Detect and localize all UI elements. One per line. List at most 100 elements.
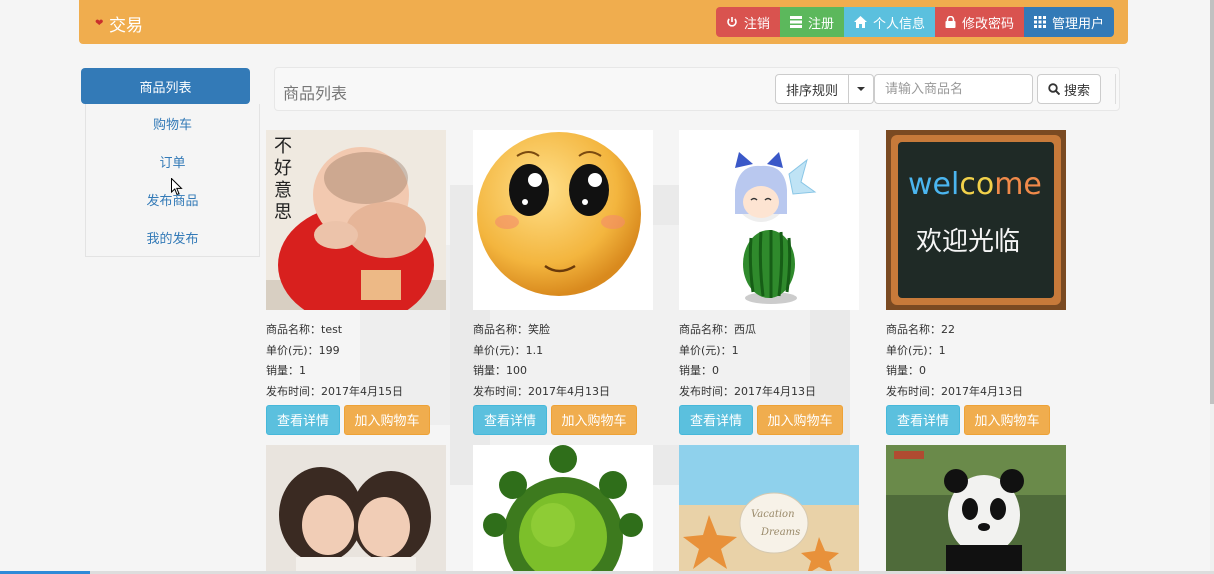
search-input[interactable]: [874, 74, 1033, 104]
page-scrollbar[interactable]: [1210, 0, 1214, 574]
panda-image: [886, 445, 1066, 574]
nav-button-group: 注销 注册 个人信息 修改密码 管理用户: [715, 7, 1114, 37]
brand-logo-icon: ❤: [95, 17, 104, 29]
product-card: [266, 445, 456, 574]
add-to-cart-button[interactable]: 加入购物车: [964, 404, 1050, 435]
product-date: 发布时间：2017年4月15日: [266, 385, 403, 399]
scrollbar-thumb[interactable]: [1210, 0, 1214, 404]
product-sales: 销量：1: [266, 364, 306, 378]
chalk-chinese-text: 欢迎光临: [916, 227, 1020, 257]
product-name: 商品名称：test: [266, 323, 343, 336]
add-to-cart-button[interactable]: 加入购物车: [344, 404, 430, 435]
product-card: 商品名称：笑脸 单价(元)：1.1 销量：100 发布时间：2017年4月13日…: [473, 130, 663, 435]
brand-title: 交易: [109, 16, 143, 36]
sidebar-item-label: 我的发布: [146, 231, 199, 247]
product-price: 单价(元)：1: [679, 343, 739, 357]
two-girls-image: [266, 445, 446, 574]
product-date: 发布时间：2017年4月13日: [473, 385, 610, 399]
view-detail-button[interactable]: 查看详情: [266, 404, 340, 435]
product-name: 商品名称：笑脸: [473, 323, 550, 336]
search-label: 搜索: [1063, 82, 1090, 98]
brand[interactable]: ❤ 交易: [95, 11, 143, 36]
product-name: 商品名称：22: [886, 323, 955, 336]
logout-label: 注销: [743, 15, 770, 31]
product-image[interactable]: [886, 445, 1066, 574]
vacation-text: Vacation: [751, 509, 795, 520]
change-password-label: 修改密码: [961, 15, 1014, 31]
sidebar-item-label: 购物车: [152, 117, 192, 133]
product-image[interactable]: [679, 130, 859, 310]
manage-users-label: 管理用户: [1051, 15, 1104, 31]
search-button[interactable]: 搜索: [1037, 74, 1101, 104]
beach-starfish-image: Vacation Dreams: [679, 445, 859, 574]
sidebar-item-cart[interactable]: 购物车: [86, 104, 259, 142]
view-detail-button[interactable]: 查看详情: [886, 404, 960, 435]
sidebar-item-label: 商品列表: [139, 80, 192, 96]
power-icon: [727, 17, 737, 27]
product-price: 单价(元)：1: [886, 343, 946, 357]
product-card: 不 好 意 思 商品名称：test 单价(元)：199 销量：1 发布时间：20…: [266, 130, 456, 435]
product-name: 商品名称：西瓜: [679, 323, 756, 336]
product-image[interactable]: [473, 445, 653, 574]
profile-label: 个人信息: [872, 15, 925, 31]
product-price: 单价(元)：199: [266, 343, 340, 357]
sort-label: 排序规则: [786, 82, 839, 98]
svg-text:不: 不: [274, 136, 292, 157]
baby-shy-image: 不 好 意 思: [266, 130, 446, 310]
dreams-text: Dreams: [760, 527, 800, 538]
product-card: Vacation Dreams: [679, 445, 869, 574]
mouse-cursor-icon: [171, 178, 183, 196]
sidebar-item-label: 订单: [159, 155, 186, 171]
panel-title: 商品列表: [283, 84, 348, 103]
product-date: 发布时间：2017年4月13日: [679, 385, 816, 399]
sidebar-item-orders[interactable]: 订单: [86, 142, 259, 180]
register-button[interactable]: 注册: [779, 7, 844, 37]
server-icon: [789, 16, 802, 28]
svg-text:思: 思: [274, 202, 292, 223]
top-navbar: ❤ 交易 注销 注册 个人信息 修改密码 管理用户: [79, 0, 1128, 44]
add-to-cart-button[interactable]: 加入购物车: [551, 404, 637, 435]
product-image[interactable]: [473, 130, 653, 310]
sidebar-item-product-list[interactable]: 商品列表: [81, 68, 250, 104]
view-detail-button[interactable]: 查看详情: [473, 404, 547, 435]
product-image[interactable]: 不 好 意 思: [266, 130, 446, 310]
home-icon: [853, 16, 867, 28]
smiley-face-image: [473, 130, 653, 310]
svg-text:意: 意: [274, 180, 292, 201]
product-image[interactable]: welcome 欢迎光临: [886, 130, 1066, 310]
tree-globe-image: [473, 445, 653, 574]
svg-text:好: 好: [274, 158, 292, 179]
product-card: welcome 欢迎光临 商品名称：22 单价(元)：1 销量：0 发布时间：2…: [886, 130, 1076, 435]
add-to-cart-button[interactable]: 加入购物车: [757, 404, 843, 435]
change-password-button[interactable]: 修改密码: [934, 7, 1024, 37]
lock-icon: [945, 16, 956, 28]
chalk-welcome-text: welcome: [908, 167, 1042, 202]
product-image[interactable]: [266, 445, 446, 574]
product-card: [473, 445, 663, 574]
product-card: [886, 445, 1076, 574]
profile-button[interactable]: 个人信息: [843, 7, 935, 37]
grid-icon: [1033, 16, 1046, 28]
product-date: 发布时间：2017年4月13日: [886, 385, 1023, 399]
product-sales: 销量：0: [679, 364, 719, 378]
manage-users-button[interactable]: 管理用户: [1023, 7, 1114, 37]
sort-caret-button[interactable]: [849, 74, 875, 104]
product-price: 单价(元)：1.1: [473, 343, 544, 357]
sort-dropdown: 排序规则: [775, 74, 875, 104]
product-sales: 销量：0: [886, 364, 926, 378]
panel-divider: [1115, 74, 1117, 104]
caret-down-icon: [857, 87, 866, 91]
anime-watermelon-image: [679, 130, 859, 310]
sort-button[interactable]: 排序规则: [775, 74, 850, 104]
welcome-chalkboard-image: welcome 欢迎光临: [886, 130, 1066, 310]
sidebar: 商品列表 购物车 订单 发布商品 我的发布: [81, 68, 260, 257]
sidebar-item-my-publish[interactable]: 我的发布: [86, 218, 259, 256]
search-icon: [1048, 83, 1060, 95]
product-card: 商品名称：西瓜 单价(元)：1 销量：0 发布时间：2017年4月13日 查看详…: [679, 130, 869, 435]
view-detail-button[interactable]: 查看详情: [679, 404, 753, 435]
logout-button[interactable]: 注销: [715, 7, 780, 37]
register-label: 注册: [807, 15, 834, 31]
product-image[interactable]: Vacation Dreams: [679, 445, 859, 574]
search-panel: 商品列表 排序规则 搜索: [274, 67, 1120, 111]
product-sales: 销量：100: [473, 364, 527, 378]
